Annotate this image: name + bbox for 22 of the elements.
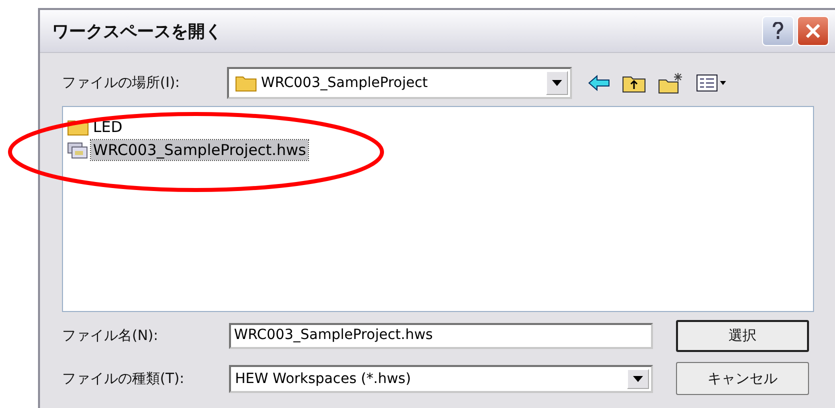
cancel-button[interactable]: キャンセル (676, 362, 809, 395)
dropdown-caret-icon (633, 376, 643, 382)
location-label: ファイルの場所(I): (62, 74, 181, 92)
help-button[interactable] (762, 16, 794, 46)
back-arrow-icon[interactable] (588, 75, 610, 91)
file-item[interactable]: WRC003_SampleProject.hws (91, 140, 308, 160)
file-item[interactable]: LED (91, 116, 124, 136)
folder-icon (235, 74, 257, 92)
select-button[interactable]: 選択 (676, 320, 809, 352)
close-icon (805, 23, 821, 39)
view-menu-icon[interactable] (696, 73, 726, 93)
workspace-file-icon (67, 140, 89, 158)
filetype-label: ファイルの種類(T): (62, 370, 186, 388)
filename-label: ファイル名(N): (62, 327, 160, 345)
window-title: ワークスペースを開く (52, 20, 223, 42)
dropdown-caret-icon (552, 80, 562, 86)
new-folder-icon[interactable] (658, 72, 684, 94)
filetype-dropdown[interactable]: HEW Workspaces (*.hws) (229, 364, 653, 392)
filename-field[interactable]: WRC003_SampleProject.hws (229, 323, 653, 349)
help-icon (772, 22, 784, 40)
location-dropdown[interactable]: WRC003_SampleProject (227, 67, 572, 99)
close-button[interactable] (797, 16, 829, 46)
